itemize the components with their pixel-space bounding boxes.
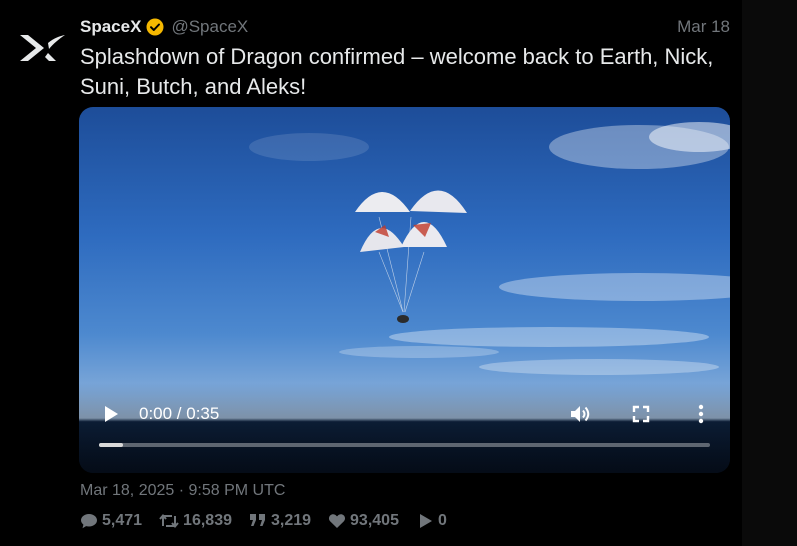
reply-button[interactable]: 5,471 — [80, 512, 142, 530]
like-button[interactable]: 93,405 — [328, 512, 399, 530]
retweet-icon — [159, 513, 179, 529]
verified-badge-icon — [146, 18, 164, 36]
engagement-stats: 5,471 16,839 3,219 93,405 0 — [80, 512, 464, 530]
display-name[interactable]: SpaceX — [80, 17, 141, 37]
quote-count: 3,219 — [270, 512, 312, 529]
retweet-button[interactable]: 16,839 — [159, 512, 232, 530]
tweet-header: SpaceX @SpaceX Mar 18 — [80, 16, 730, 38]
tweet-timestamp[interactable]: Mar 18, 2025 · 9:58 PM UTC — [80, 482, 285, 500]
tweet-card: SpaceX @SpaceX Mar 18 Splashdown of Drag… — [0, 0, 742, 546]
tweet-text: Splashdown of Dragon confirmed – welcome… — [80, 44, 714, 99]
views-button[interactable]: 0 — [416, 512, 447, 530]
like-count: 93,405 — [350, 512, 399, 529]
reply-icon — [81, 514, 97, 529]
spacex-logo-icon[interactable] — [18, 33, 66, 63]
progress-bar[interactable] — [99, 443, 710, 447]
tweet-date-short[interactable]: Mar 18 — [677, 17, 730, 37]
views-count: 0 — [437, 512, 447, 529]
quote-icon — [249, 514, 265, 526]
user-handle[interactable]: @SpaceX — [171, 17, 248, 37]
retweet-count: 16,839 — [183, 512, 232, 529]
fullscreen-icon[interactable] — [631, 404, 651, 424]
more-vertical-icon[interactable] — [691, 402, 711, 426]
volume-icon[interactable] — [568, 402, 592, 426]
reply-count: 5,471 — [102, 512, 143, 529]
quote-button[interactable]: 3,219 — [249, 512, 311, 530]
like-icon — [329, 514, 346, 528]
controls-overlay — [79, 383, 730, 473]
video-time: 0:00 / 0:35 — [139, 404, 220, 423]
progress-fill — [99, 443, 124, 447]
video-player[interactable]: 0:00 / 0:35 — [79, 107, 730, 473]
views-icon — [419, 514, 432, 528]
right-gutter — [742, 0, 797, 546]
play-icon[interactable] — [101, 404, 121, 424]
